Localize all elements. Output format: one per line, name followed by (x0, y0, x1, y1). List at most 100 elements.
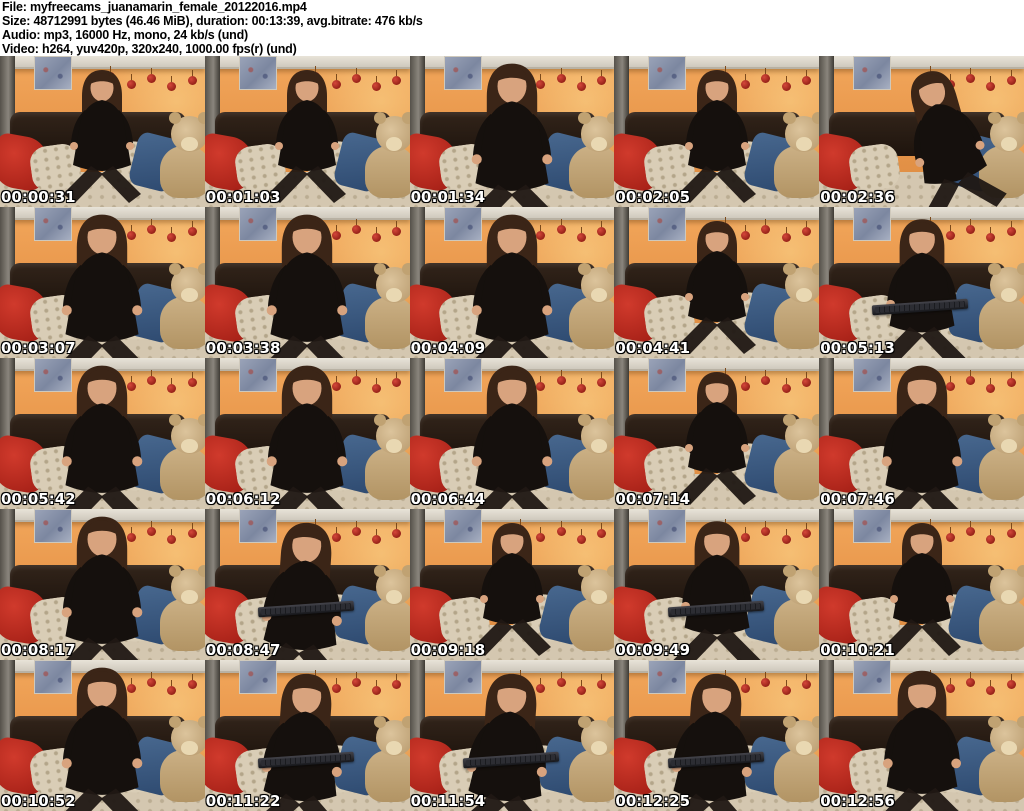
timestamp-overlay: 00:09:18 (410, 641, 486, 659)
person-silhouette (673, 520, 761, 660)
right-hand-shape (535, 594, 544, 603)
teddy-head (168, 716, 205, 757)
teddy-head (168, 414, 205, 455)
right-leg-shape (715, 316, 756, 354)
teddy-bear (159, 112, 205, 198)
timestamp-overlay: 00:05:13 (820, 339, 895, 357)
teddy-head (783, 716, 820, 757)
video-thumbnail: 00:03:07 (0, 207, 205, 358)
video-thumbnail: 00:02:36 (819, 56, 1024, 207)
thumbnail-image: 00:03:07 (0, 207, 205, 358)
video-thumbnail: 00:09:49 (614, 509, 820, 660)
left-hand-shape (889, 594, 898, 603)
ornament-icon (801, 372, 811, 387)
timestamp-overlay: 00:04:09 (410, 339, 486, 357)
video-thumbnail: 00:05:13 (819, 207, 1024, 358)
thumbnail-image: 00:08:47 (204, 509, 410, 660)
ornament-icon (597, 523, 607, 538)
torso-shape (482, 552, 541, 624)
person-silhouette (882, 670, 961, 811)
teddy-head (988, 414, 1024, 455)
teddy-body (774, 296, 820, 349)
timestamp-overlay: 00:08:47 (205, 641, 281, 659)
timestamp-overlay: 00:09:49 (615, 641, 691, 659)
timestamp-overlay: 00:12:56 (820, 792, 895, 810)
ornament-icon (597, 674, 607, 689)
left-hand-shape (479, 594, 488, 603)
torso-shape (475, 100, 549, 191)
teddy-body (364, 145, 410, 198)
teddy-body (159, 145, 205, 198)
right-leg-shape (101, 165, 142, 203)
thumbnail-image: 00:09:18 (409, 509, 615, 660)
ornament-icon (372, 76, 382, 91)
timestamp-overlay: 00:11:22 (205, 792, 281, 810)
teddy-body (978, 296, 1024, 349)
right-leg-shape (715, 467, 756, 505)
teddy-head (373, 263, 410, 304)
video-thumbnail: 00:01:03 (204, 56, 410, 207)
left-hand-shape (275, 141, 284, 150)
ornament-icon (597, 221, 607, 236)
torso-shape (475, 251, 549, 342)
right-hand-shape (331, 141, 340, 150)
ornament-icon (986, 227, 996, 242)
thumbnail-image: 00:05:42 (0, 358, 205, 509)
ornament-icon (392, 70, 402, 85)
video-thumbnail: 00:01:34 (409, 56, 615, 207)
video-info-line: Video: h264, yuv420p, 320x240, 1000.00 f… (2, 42, 297, 56)
ornament-icon (597, 372, 607, 387)
video-thumbnail: 00:08:17 (0, 509, 205, 660)
person-silhouette (248, 522, 347, 660)
teddy-head (168, 263, 205, 304)
ornament-icon (1006, 372, 1016, 387)
timestamp-overlay: 00:12:25 (615, 792, 691, 810)
torso-shape (73, 99, 132, 171)
torso-shape (687, 99, 746, 171)
person-silhouette (882, 522, 961, 656)
file-size-line: Size: 48712991 bytes (46.46 MiB), durati… (2, 14, 423, 28)
video-thumbnail: 00:03:38 (204, 207, 410, 358)
teddy-head (578, 112, 615, 153)
thumbnail-image: 00:03:38 (204, 207, 410, 358)
video-thumbnail: 00:07:46 (819, 358, 1024, 509)
timestamp-overlay: 00:05:42 (1, 490, 76, 508)
teddy-head (168, 565, 205, 606)
video-thumbnail: 00:09:18 (409, 509, 615, 660)
teddy-head (373, 716, 410, 757)
torso-shape (892, 552, 951, 624)
ornament-icon (576, 529, 586, 544)
thumbnail-image: 00:09:49 (614, 509, 820, 660)
ornament-icon (392, 674, 402, 689)
person-silhouette (658, 673, 757, 811)
right-hand-shape (740, 292, 749, 301)
teddy-head (373, 112, 410, 153)
teddy-bear (978, 263, 1024, 349)
right-leg-shape (306, 165, 347, 203)
ornament-icon (781, 529, 791, 544)
thumbnail-image: 00:06:44 (409, 358, 615, 509)
ornament-icon (187, 70, 197, 85)
person-silhouette (453, 673, 552, 811)
person-silhouette (881, 365, 962, 509)
video-thumbnail: 00:10:52 (0, 660, 205, 811)
person-silhouette (471, 214, 553, 358)
file-name-line: File: myfreecams_juanamarin_female_20122… (2, 0, 307, 14)
timestamp-overlay: 00:02:05 (615, 188, 691, 206)
video-thumbnail: 00:06:12 (204, 358, 410, 509)
torso-shape (278, 99, 337, 171)
ornament-icon (801, 523, 811, 538)
thumbnail-image: 00:04:09 (409, 207, 615, 358)
teddy-head (783, 414, 820, 455)
right-hand-shape (740, 443, 749, 452)
person-silhouette (62, 667, 143, 811)
teddy-head (373, 565, 410, 606)
video-thumbnail: 00:04:41 (614, 207, 820, 358)
thumbnail-image: 00:12:25 (614, 660, 820, 811)
thumbnail-image: 00:02:05 (614, 56, 820, 207)
video-thumbnail: 00:00:31 (0, 56, 205, 207)
ornament-icon (392, 221, 402, 236)
ornament-icon (187, 372, 197, 387)
teddy-body (774, 598, 820, 651)
thumbnail-image: 00:05:13 (819, 207, 1024, 358)
